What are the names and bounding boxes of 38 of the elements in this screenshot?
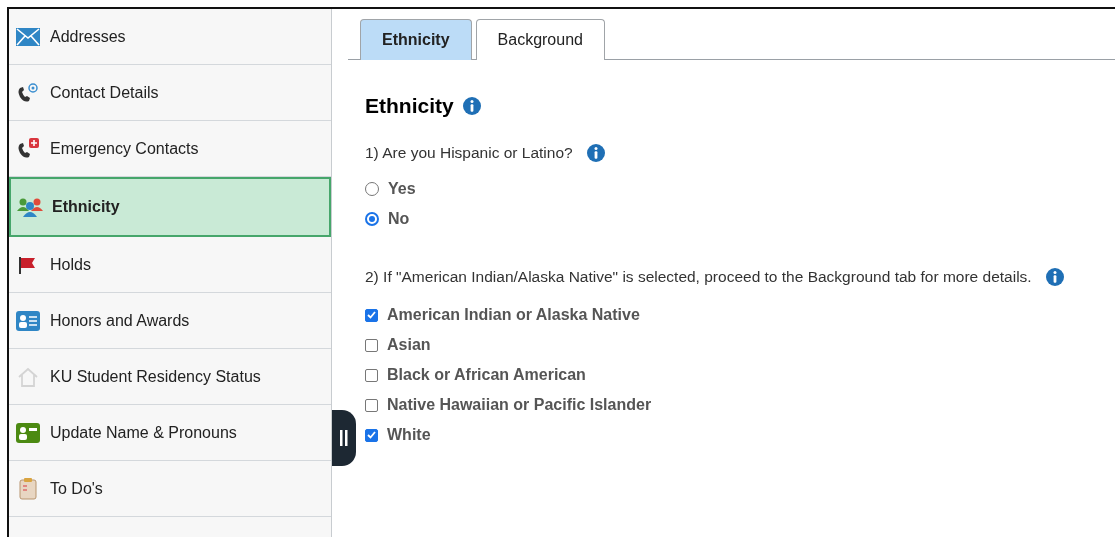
question-text: 1) Are you Hispanic or Latino?	[365, 144, 573, 162]
option-label[interactable]: Native Hawaiian or Pacific Islander	[387, 396, 652, 414]
clipboard-icon	[19, 477, 37, 500]
checkbox[interactable]	[365, 338, 378, 352]
sidebar-item[interactable]: Contact Details	[9, 65, 331, 121]
envelope-icon	[16, 27, 40, 46]
sidebar-item[interactable]: To Do's	[9, 461, 331, 517]
checkbox[interactable]	[365, 428, 378, 442]
option-label[interactable]: No	[388, 210, 410, 228]
option-label[interactable]: Asian	[387, 336, 431, 354]
checkbox[interactable]	[365, 308, 378, 322]
sidebar-item[interactable]: Holds	[9, 237, 331, 293]
id-card-icon	[16, 422, 40, 443]
collapse-handle[interactable]	[332, 410, 356, 466]
id-card-icon	[16, 310, 40, 331]
people-icon	[17, 197, 43, 217]
checkbox[interactable]	[365, 398, 378, 412]
sidebar-item[interactable]: Ethnicity	[9, 177, 331, 237]
pause-bars-icon	[340, 430, 348, 446]
option-label[interactable]: Black or African American	[387, 366, 586, 384]
option-label[interactable]: White	[387, 426, 431, 444]
phone-plus-icon	[16, 137, 40, 160]
sidebar-item[interactable]: Honors and Awards	[9, 293, 331, 349]
page-heading: Ethnicity	[365, 94, 454, 118]
checkbox[interactable]	[365, 368, 378, 382]
option-label[interactable]: Yes	[388, 180, 416, 198]
question-text: 2) If "American Indian/Alaska Native" is selected, proceed to the Background tab for more details.	[365, 268, 1032, 286]
tab[interactable]: Ethnicity	[360, 19, 472, 60]
info-icon[interactable]	[586, 144, 605, 162]
sidebar-item[interactable]: KU Student Residency Status	[9, 349, 331, 405]
house-icon	[17, 366, 39, 387]
tab[interactable]: Background	[475, 19, 605, 60]
option-label[interactable]: American Indian or Alaska Native	[387, 306, 640, 324]
info-icon[interactable]	[1045, 268, 1064, 286]
sidebar-item[interactable]: Update Name & Pronouns	[9, 405, 331, 461]
info-icon[interactable]	[462, 97, 481, 115]
sidebar-item[interactable]: Addresses	[9, 9, 331, 65]
radio-button[interactable]	[365, 212, 379, 226]
